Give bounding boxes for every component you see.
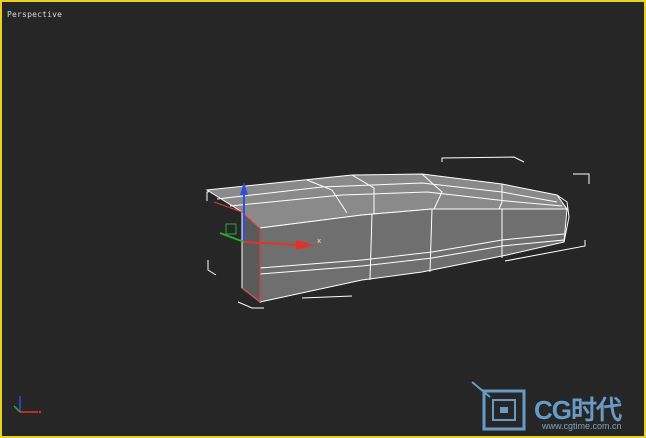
model-front-face [259,208,568,303]
axis-tripod [13,396,42,414]
watermark-subtext: www.cgtime.com.cn [542,421,622,431]
gizmo-x-label: x [317,237,321,245]
model-mesh[interactable] [205,173,570,304]
cg-logo-icon [471,381,526,431]
gizmo-plane-handle[interactable] [225,223,237,235]
scene-canvas[interactable]: x [2,2,646,438]
perspective-viewport[interactable]: Perspective x CG时代 www.cgtime.com.cn [0,0,646,438]
tripod-y-axis [13,405,21,413]
